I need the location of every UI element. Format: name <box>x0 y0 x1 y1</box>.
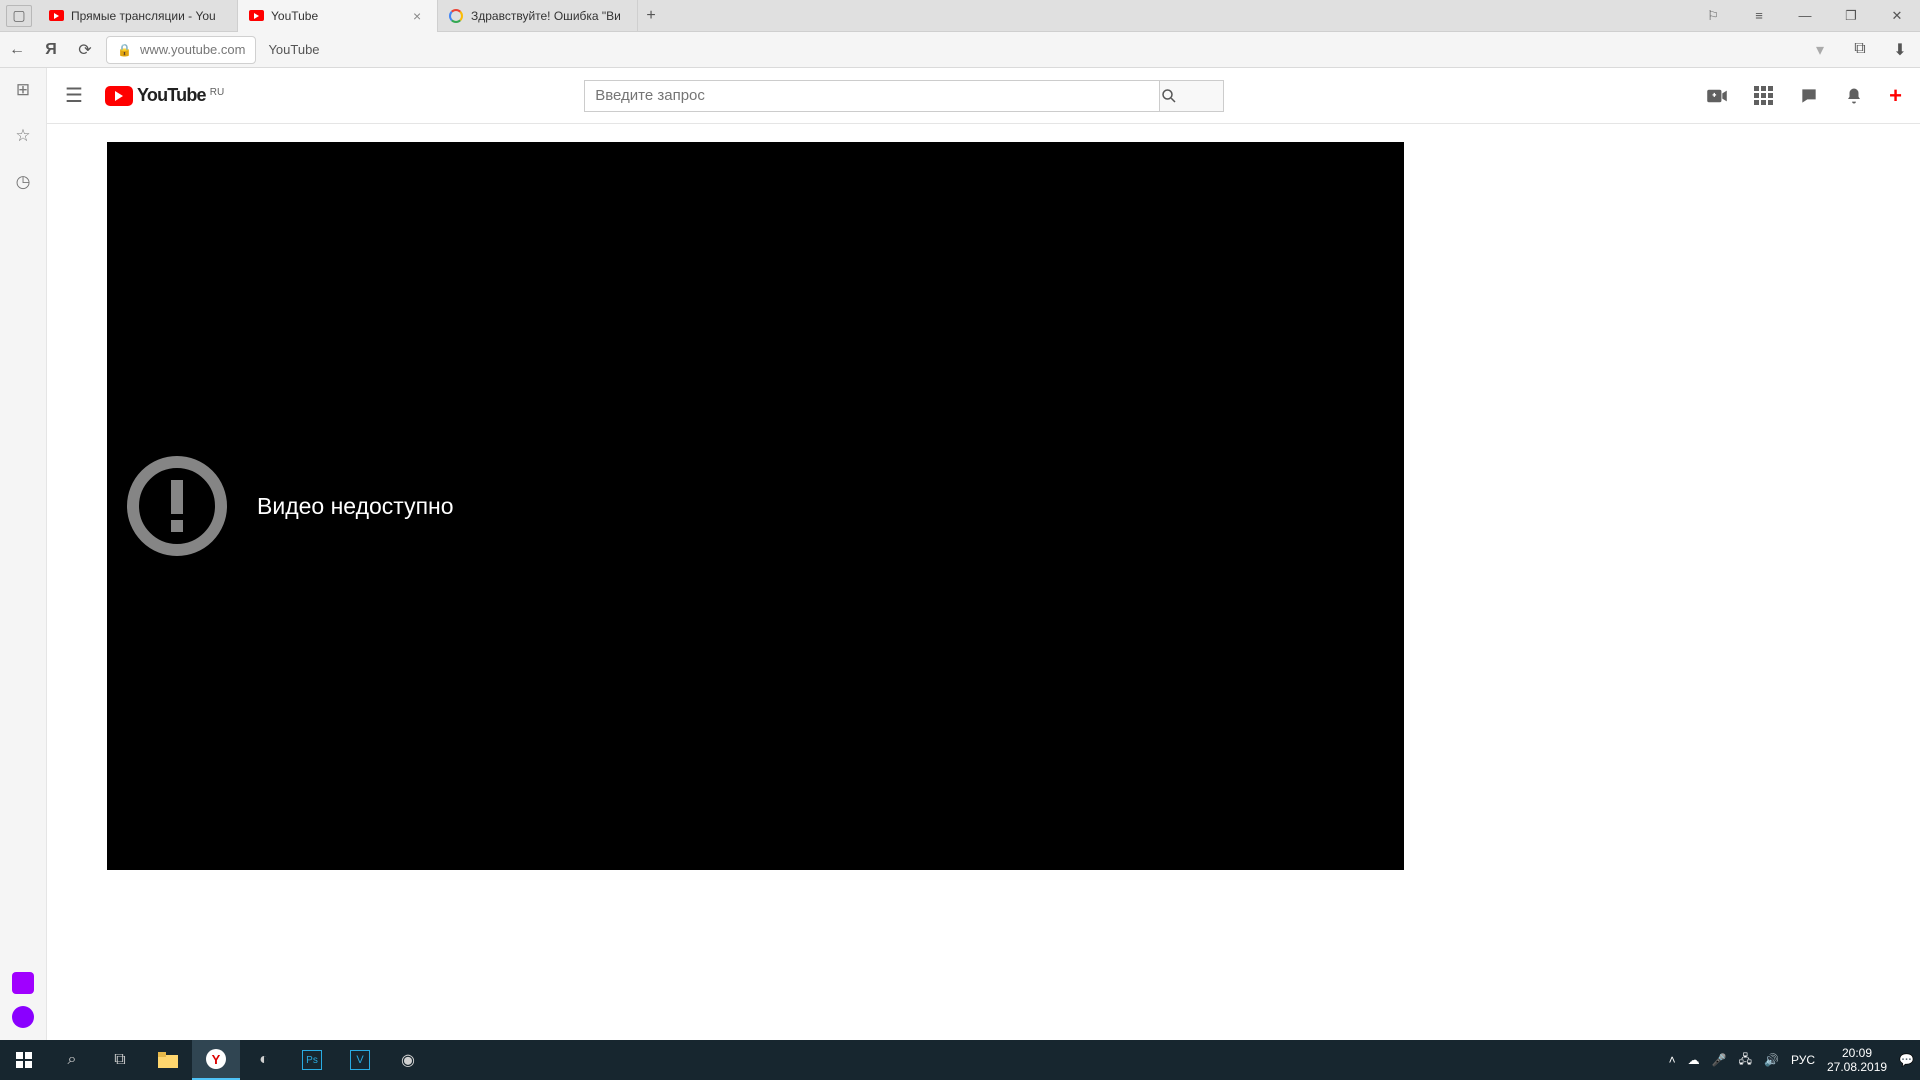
youtube-play-icon <box>105 86 133 106</box>
youtube-search <box>584 80 1224 112</box>
create-video-icon[interactable] <box>1706 88 1728 104</box>
start-button[interactable] <box>0 1040 48 1080</box>
favorites-icon[interactable]: ☆ <box>15 126 30 146</box>
system-tray: ˄ ☁ 🎤 🖧 🔊 РУС 20:09 27.08.2019 💬 <box>1669 1046 1920 1074</box>
maximize-button[interactable]: ❐ <box>1828 0 1874 32</box>
language-indicator[interactable]: РУС <box>1791 1053 1815 1067</box>
browser-tab-live[interactable]: Прямые трансляции - You <box>38 0 238 32</box>
back-button[interactable]: ← <box>0 41 34 59</box>
url-field[interactable]: 🔒 www.youtube.com <box>106 36 256 64</box>
browser-address-bar: ← Я ⟳ 🔒 www.youtube.com YouTube ▾ ⧉ ⬇ <box>0 32 1920 68</box>
search-button[interactable] <box>1159 80 1224 112</box>
browser-tab-google[interactable]: Здравствуйте! Ошибка "Ви <box>438 0 638 32</box>
search-taskbar-icon[interactable]: ⌕ <box>48 1040 96 1080</box>
youtube-header-actions: + <box>1706 83 1902 109</box>
bookmark-button[interactable]: ▾ <box>1800 40 1840 60</box>
volume-icon[interactable]: 🔊 <box>1764 1053 1779 1067</box>
player-error-text: Видео недоступно <box>257 493 454 520</box>
browser-panel-toggle[interactable]: ▢ <box>6 5 32 27</box>
notifications-icon[interactable] <box>1845 86 1863 106</box>
window-controls: ⚐ ≡ — ❐ ✕ <box>1690 0 1920 32</box>
close-button[interactable]: ✕ <box>1874 0 1920 32</box>
sign-in-plus-icon[interactable]: + <box>1889 83 1902 109</box>
search-input[interactable] <box>584 80 1159 112</box>
url-domain: www.youtube.com <box>140 42 246 57</box>
steam-taskbar-icon[interactable]: ◐ <box>240 1040 288 1080</box>
file-explorer-icon[interactable] <box>144 1040 192 1080</box>
history-icon[interactable]: ◷ <box>16 172 31 192</box>
widgets-icon[interactable]: ⊞ <box>16 80 30 100</box>
onedrive-icon[interactable]: ☁ <box>1688 1053 1700 1067</box>
youtube-logo[interactable]: YouTube RU <box>105 85 224 106</box>
yandex-browser-taskbar[interactable]: Y <box>192 1040 240 1080</box>
browser-tab-bar: ▢ Прямые трансляции - You YouTube × Здра… <box>0 0 1920 32</box>
obs-taskbar-icon[interactable]: ◉ <box>384 1040 432 1080</box>
player-area: Видео недоступно <box>47 124 1920 870</box>
search-icon <box>1160 87 1178 105</box>
action-center-icon[interactable]: 💬 <box>1899 1053 1914 1067</box>
clock[interactable]: 20:09 27.08.2019 <box>1827 1046 1887 1074</box>
apps-grid-icon[interactable] <box>1754 86 1773 105</box>
downloads-button[interactable]: ⬇ <box>1880 40 1920 60</box>
browser-tab-youtube[interactable]: YouTube × <box>238 0 438 32</box>
app-shortcut-1[interactable] <box>12 972 34 994</box>
hamburger-menu[interactable]: ☰ <box>65 83 105 108</box>
clock-time: 20:09 <box>1827 1046 1887 1060</box>
youtube-wordmark: YouTube <box>137 85 206 106</box>
alice-assistant-icon[interactable] <box>12 1006 34 1028</box>
page-label: YouTube <box>268 42 319 57</box>
youtube-header: ☰ YouTube RU + <box>47 68 1920 124</box>
tab-title: YouTube <box>271 9 406 23</box>
windows-taskbar: ⌕ ⧉ Y ◐ Ps V ◉ ˄ ☁ 🎤 🖧 🔊 РУС 20:09 27.08… <box>0 1040 1920 1080</box>
browser-sidebar: ⊞ ☆ ◷ <box>0 68 47 1040</box>
tab-title: Здравствуйте! Ошибка "Ви <box>471 9 627 23</box>
messages-icon[interactable] <box>1799 86 1819 106</box>
pin-icon[interactable]: ⚐ <box>1690 0 1736 32</box>
youtube-page: ☰ YouTube RU + <box>47 68 1920 1040</box>
youtube-icon <box>248 8 264 24</box>
task-view-icon[interactable]: ⧉ <box>96 1040 144 1080</box>
microphone-icon[interactable]: 🎤 <box>1712 1053 1727 1067</box>
video-player[interactable]: Видео недоступно <box>107 142 1404 870</box>
youtube-icon <box>48 8 64 24</box>
network-icon[interactable]: 🖧 <box>1739 1050 1752 1071</box>
menu-icon[interactable]: ≡ <box>1736 0 1782 32</box>
vegas-taskbar-icon[interactable]: V <box>336 1040 384 1080</box>
google-icon <box>448 8 464 24</box>
youtube-region: RU <box>210 87 224 98</box>
minimize-button[interactable]: — <box>1782 0 1828 32</box>
clock-date: 27.08.2019 <box>1827 1060 1887 1074</box>
yandex-home-button[interactable]: Я <box>34 41 68 59</box>
close-icon[interactable]: × <box>413 8 427 24</box>
tab-title: Прямые трансляции - You <box>71 9 227 23</box>
error-icon <box>127 456 227 556</box>
lock-icon: 🔒 <box>117 43 132 57</box>
tray-expand-icon[interactable]: ˄ <box>1669 1053 1676 1067</box>
reload-button[interactable]: ⟳ <box>68 40 102 60</box>
photoshop-taskbar-icon[interactable]: Ps <box>288 1040 336 1080</box>
extensions-button[interactable]: ⧉ <box>1840 40 1880 60</box>
new-tab-button[interactable]: + <box>638 7 664 25</box>
